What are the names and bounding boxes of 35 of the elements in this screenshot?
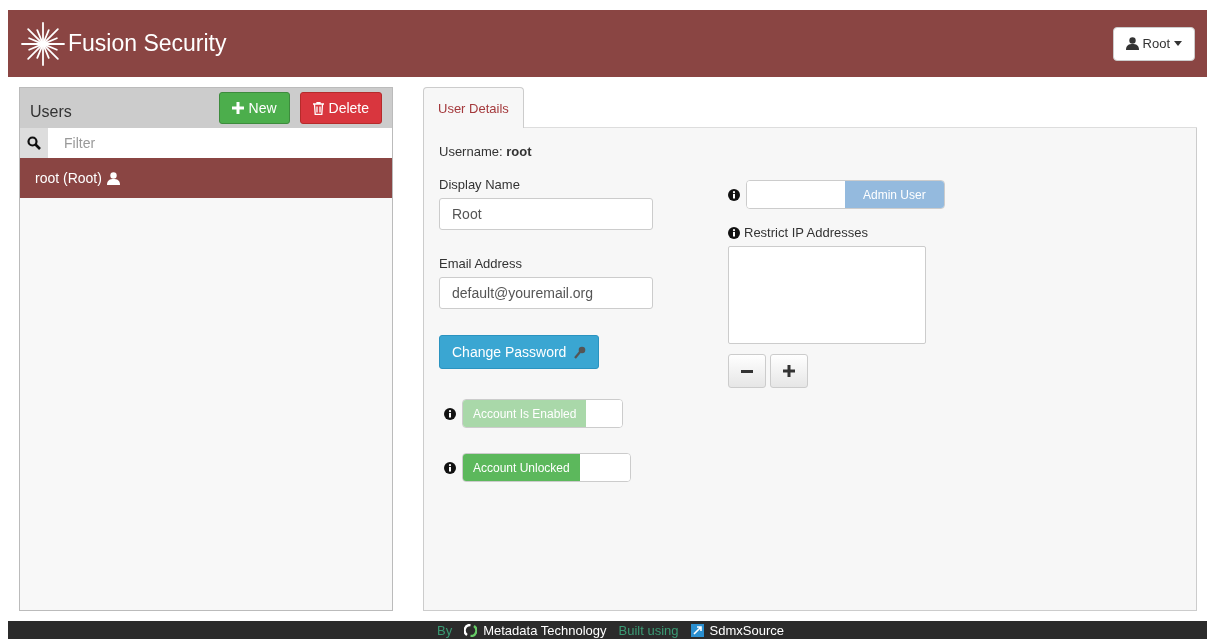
info-icon [728,226,740,239]
tab[interactable]: User Details [423,87,524,128]
minus-icon [741,369,753,373]
user-icon [106,171,120,185]
remove-button[interactable] [728,354,766,388]
username-text: Username: root [439,144,532,159]
plus-icon [231,102,244,114]
filter-field[interactable]: Filter [48,128,392,158]
footer-link[interactable]: SdmxSource [709,622,784,638]
app-title: Fusion Security [68,30,227,57]
expand-arrow-icon [690,623,704,637]
search-icon [27,136,41,150]
field-label: Restrict IP Addresses [744,225,869,240]
panel-title: Users [30,103,73,121]
user-menu-button[interactable]: Root [1112,26,1195,61]
add-button[interactable] [770,354,808,388]
info-icon [444,461,456,474]
key-icon [574,345,587,359]
email-field[interactable]: default@youremail.org [439,277,653,309]
field-label: Display Name [439,177,520,192]
footer-link[interactable]: Metadata Technology [483,622,607,638]
starburst-logo-icon [20,20,66,67]
caret-icon [1174,41,1182,46]
refresh-logo-icon [464,623,478,637]
field-label: Email Address [439,256,523,271]
user-icon [1125,37,1139,50]
info-icon [444,407,456,420]
footer-text: By [437,622,453,638]
trash-icon [312,101,324,115]
delete-button[interactable]: Delete [299,92,382,124]
info-icon [728,188,740,201]
user-list-item[interactable]: root (Root) [20,158,392,198]
footer-text: Built using [618,622,679,638]
plus-icon [783,365,795,377]
display-name-field[interactable]: Root [439,198,653,230]
